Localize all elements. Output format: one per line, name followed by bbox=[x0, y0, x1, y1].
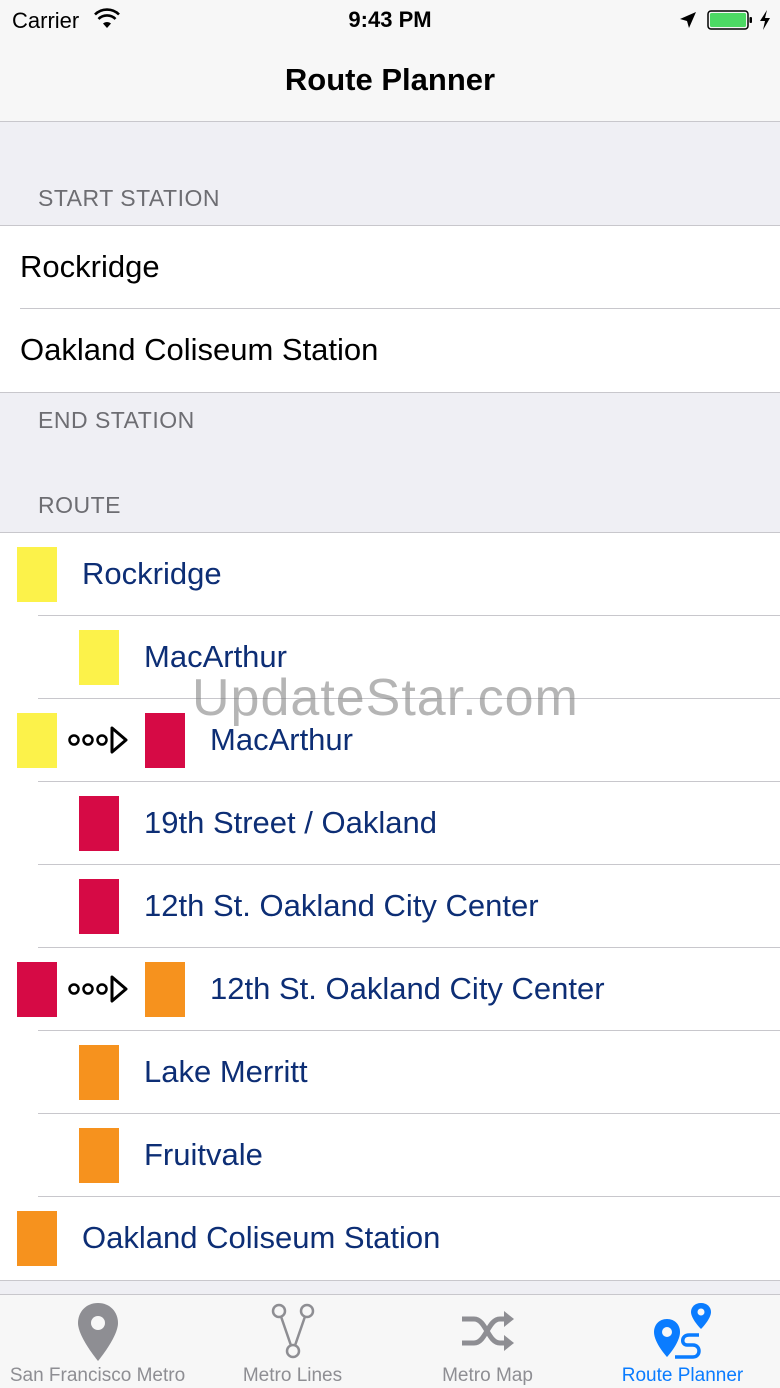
battery-icon bbox=[707, 10, 752, 30]
route-stop-row: MacArthur bbox=[0, 616, 780, 699]
route-stop-label: MacArthur bbox=[144, 639, 287, 674]
line-color-swatch bbox=[79, 630, 119, 685]
station-label: Rockridge bbox=[20, 249, 160, 284]
location-arrow-icon bbox=[680, 12, 696, 28]
route-list: Rockridge MacArthur MacArthur 19th Street /… bbox=[0, 532, 780, 1281]
clock: 9:43 PM bbox=[348, 7, 432, 32]
route-stop-row: Lake Merritt bbox=[0, 1031, 780, 1114]
start-station-header: START STATION bbox=[38, 185, 220, 211]
branch-lines-icon bbox=[271, 1303, 314, 1359]
page-title: Route Planner bbox=[284, 62, 496, 97]
route-stop-label: 19th Street / Oakland bbox=[144, 805, 437, 840]
route-stop-row: Fruitvale bbox=[0, 1114, 780, 1197]
route-header: ROUTE bbox=[38, 492, 121, 518]
route-stop-row: MacArthur bbox=[0, 699, 780, 782]
tab-metro-map[interactable]: Metro Map bbox=[390, 1295, 585, 1388]
status-bar: Carrier 9:43 PM bbox=[0, 0, 780, 40]
line-color-swatch bbox=[79, 1128, 119, 1183]
route-stop-label: Oakland Coliseum Station bbox=[82, 1220, 441, 1255]
transfer-arrow-icon bbox=[68, 726, 128, 754]
route-stop-row: 19th Street / Oakland bbox=[0, 782, 780, 865]
navigation-bar: Route Planner bbox=[0, 40, 780, 122]
line-color-swatch bbox=[145, 713, 185, 768]
line-color-swatch bbox=[79, 796, 119, 851]
route-stop-label: Fruitvale bbox=[144, 1137, 263, 1172]
map-pin-icon bbox=[77, 1303, 118, 1361]
line-color-swatch bbox=[79, 1045, 119, 1100]
line-color-swatch bbox=[17, 1211, 57, 1266]
end-station-header: END STATION bbox=[38, 407, 195, 433]
route-stop-row: Rockridge bbox=[0, 533, 780, 616]
tab-label: Route Planner bbox=[621, 1365, 744, 1386]
route-stop-row: 12th St. Oakland City Center bbox=[0, 865, 780, 948]
route-planner-icon bbox=[653, 1303, 711, 1359]
tab-label: Metro Lines bbox=[242, 1365, 343, 1386]
route-stop-label: 12th St. Oakland City Center bbox=[210, 971, 605, 1006]
route-stop-label: Rockridge bbox=[82, 556, 222, 591]
start-station-option[interactable]: Rockridge bbox=[0, 226, 780, 309]
route-stop-label: 12th St. Oakland City Center bbox=[144, 888, 539, 923]
from-line-swatch bbox=[17, 713, 57, 768]
line-color-swatch bbox=[79, 879, 119, 934]
tab-route-planner[interactable]: Route Planner bbox=[585, 1295, 780, 1388]
start-station-option[interactable]: Oakland Coliseum Station bbox=[0, 309, 780, 392]
route-stop-label: Lake Merritt bbox=[144, 1054, 308, 1089]
transfer-arrow-icon bbox=[68, 975, 128, 1003]
tab-bar: San Francisco Metro Metro Lines Metro Ma… bbox=[0, 1294, 780, 1388]
shuffle-icon bbox=[461, 1311, 514, 1351]
tab-label: San Francisco Metro bbox=[9, 1365, 186, 1386]
route-stop-label: MacArthur bbox=[210, 722, 353, 757]
charging-bolt-icon bbox=[760, 10, 770, 30]
route-stop-row: Oakland Coliseum Station bbox=[0, 1197, 780, 1280]
line-color-swatch bbox=[17, 547, 57, 602]
from-line-swatch bbox=[17, 962, 57, 1017]
tab-metro-lines[interactable]: Metro Lines bbox=[195, 1295, 390, 1388]
station-label: Oakland Coliseum Station bbox=[20, 332, 379, 367]
line-color-swatch bbox=[145, 962, 185, 1017]
tab-san-francisco-metro[interactable]: San Francisco Metro bbox=[0, 1295, 195, 1388]
route-stop-row: 12th St. Oakland City Center bbox=[0, 948, 780, 1031]
start-station-list: Rockridge Oakland Coliseum Station bbox=[0, 225, 780, 393]
tab-label: Metro Map bbox=[442, 1365, 533, 1386]
